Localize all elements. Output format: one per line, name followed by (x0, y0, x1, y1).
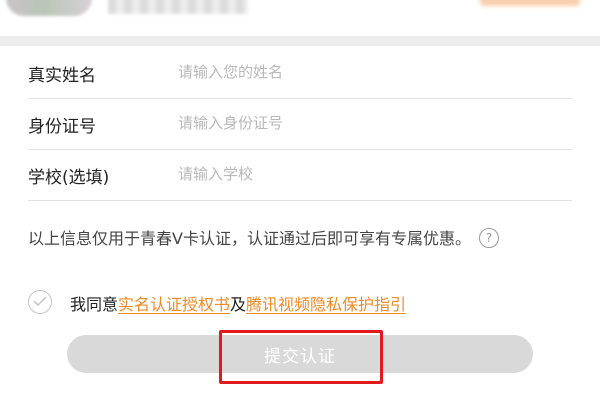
school-label: 学校(选填) (28, 168, 110, 188)
notice-text: 以上信息仅用于青春V卡认证，认证通过后即可享有专属优惠。 (28, 229, 471, 248)
agreement-row: 我同意实名认证授权书及腾讯视频隐私保护指引 (28, 288, 588, 314)
blurred-username (108, 0, 248, 14)
id-number-label: 身份证号 (28, 117, 96, 137)
profile-header (0, 0, 600, 36)
agreement-prefix: 我同意 (70, 295, 119, 314)
checkmark-icon (33, 296, 47, 306)
help-icon[interactable]: ? (478, 228, 499, 248)
auth-letter-link[interactable]: 实名认证授权书 (118, 295, 230, 314)
info-notice: 以上信息仅用于青春V卡认证，认证通过后即可享有专属优惠。? (28, 226, 573, 251)
section-divider (0, 36, 600, 46)
name-row: 真实姓名 (28, 48, 572, 99)
id-number-row: 身份证号 (28, 99, 572, 150)
name-input[interactable] (178, 58, 558, 86)
avatar (6, 0, 92, 16)
id-number-input[interactable] (178, 109, 558, 137)
blurred-header-link[interactable] (480, 0, 580, 6)
school-input[interactable] (178, 160, 558, 188)
agreement-connector: 及 (230, 295, 247, 314)
privacy-guide-link[interactable]: 腾讯视频隐私保护指引 (246, 295, 406, 314)
school-row: 学校(选填) (28, 150, 572, 201)
agreement-text: 我同意实名认证授权书及腾讯视频隐私保护指引 (70, 291, 406, 315)
name-label: 真实姓名 (28, 66, 96, 86)
agree-checkbox[interactable] (28, 290, 52, 314)
submit-button[interactable]: 提交认证 (67, 335, 533, 373)
